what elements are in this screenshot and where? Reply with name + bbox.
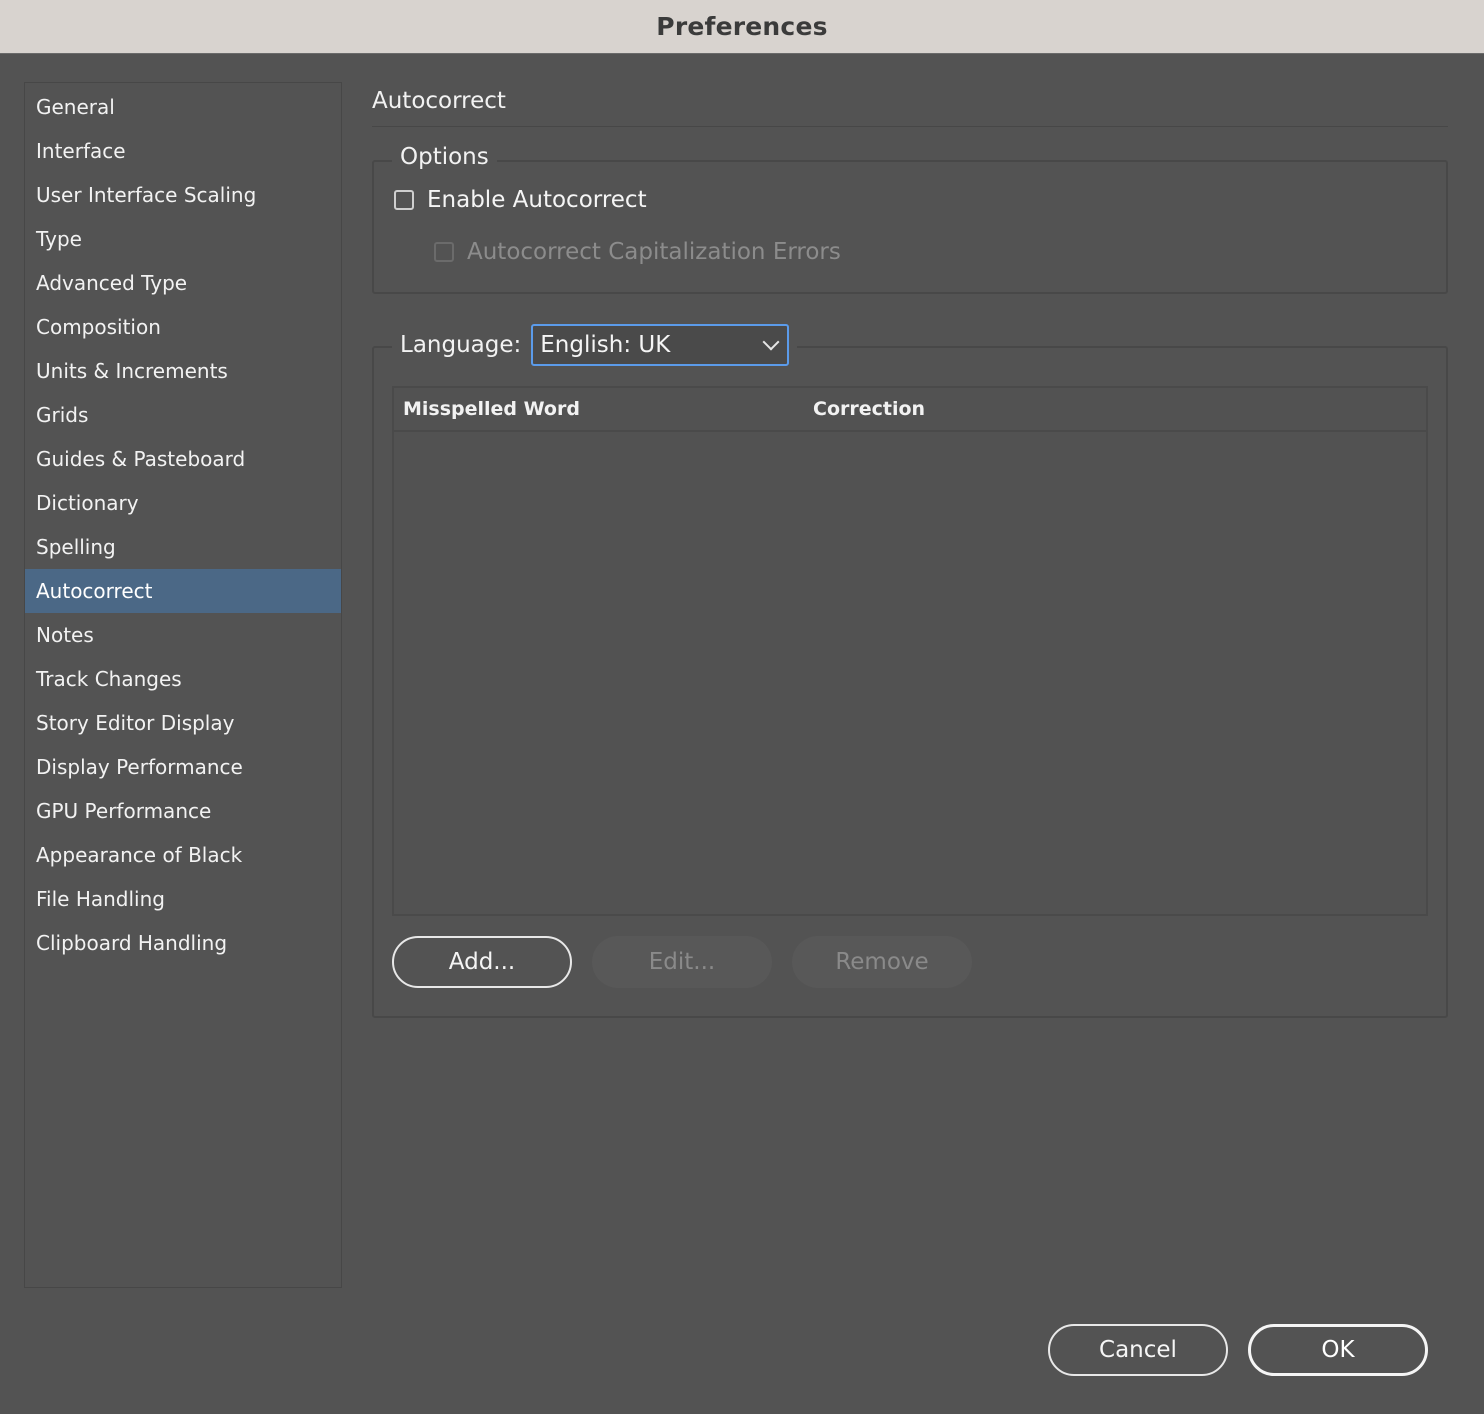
section-divider: [372, 126, 1448, 127]
remove-button: Remove: [792, 936, 972, 988]
sidebar-item-type[interactable]: Type: [25, 217, 341, 261]
preferences-window: Preferences General Interface User Inter…: [0, 0, 1484, 1414]
add-button[interactable]: Add...: [392, 936, 572, 988]
sidebar-item-appearance-of-black[interactable]: Appearance of Black: [25, 833, 341, 877]
window-title: Preferences: [656, 12, 828, 41]
sidebar-item-clipboard-handling[interactable]: Clipboard Handling: [25, 921, 341, 965]
sidebar-item-track-changes[interactable]: Track Changes: [25, 657, 341, 701]
capitalization-errors-row: Autocorrect Capitalization Errors: [434, 239, 841, 265]
sidebar-item-story-editor-display[interactable]: Story Editor Display: [25, 701, 341, 745]
options-legend: Options: [392, 144, 497, 170]
sidebar-item-guides-pasteboard[interactable]: Guides & Pasteboard: [25, 437, 341, 481]
sidebar-item-display-performance[interactable]: Display Performance: [25, 745, 341, 789]
sidebar-item-gpu-performance[interactable]: GPU Performance: [25, 789, 341, 833]
enable-autocorrect-checkbox[interactable]: [394, 190, 414, 210]
language-select[interactable]: English: UK: [531, 324, 790, 366]
column-header-misspelled-word[interactable]: Misspelled Word: [403, 398, 580, 420]
column-header-correction[interactable]: Correction: [813, 398, 925, 420]
capitalization-errors-label: Autocorrect Capitalization Errors: [467, 239, 841, 265]
sidebar-item-composition[interactable]: Composition: [25, 305, 341, 349]
sidebar-item-user-interface-scaling[interactable]: User Interface Scaling: [25, 173, 341, 217]
chevron-down-icon: [762, 333, 780, 351]
sidebar-item-dictionary[interactable]: Dictionary: [25, 481, 341, 525]
section-title: Autocorrect: [372, 88, 506, 114]
title-bar: Preferences: [0, 0, 1484, 54]
sidebar-item-interface[interactable]: Interface: [25, 129, 341, 173]
sidebar-item-grids[interactable]: Grids: [25, 393, 341, 437]
enable-autocorrect-row[interactable]: Enable Autocorrect: [394, 187, 647, 213]
edit-button: Edit...: [592, 936, 772, 988]
sidebar-item-advanced-type[interactable]: Advanced Type: [25, 261, 341, 305]
language-legend: Language: English: UK: [392, 324, 798, 366]
sidebar-item-notes[interactable]: Notes: [25, 613, 341, 657]
enable-autocorrect-label[interactable]: Enable Autocorrect: [427, 187, 647, 213]
language-label: Language:: [400, 332, 522, 358]
sidebar-item-file-handling[interactable]: File Handling: [25, 877, 341, 921]
preferences-sidebar: General Interface User Interface Scaling…: [24, 82, 342, 1288]
sidebar-item-units-increments[interactable]: Units & Increments: [25, 349, 341, 393]
autocorrect-table[interactable]: Misspelled Word Correction: [392, 386, 1428, 916]
capitalization-errors-checkbox: [434, 242, 454, 262]
language-select-value: English: UK: [540, 332, 671, 358]
cancel-button[interactable]: Cancel: [1048, 1324, 1228, 1376]
ok-button[interactable]: OK: [1248, 1324, 1428, 1376]
sidebar-item-spelling[interactable]: Spelling: [25, 525, 341, 569]
sidebar-item-general[interactable]: General: [25, 85, 341, 129]
options-group: [372, 160, 1448, 294]
sidebar-item-autocorrect[interactable]: Autocorrect: [25, 569, 341, 613]
table-header: Misspelled Word Correction: [394, 388, 1426, 432]
